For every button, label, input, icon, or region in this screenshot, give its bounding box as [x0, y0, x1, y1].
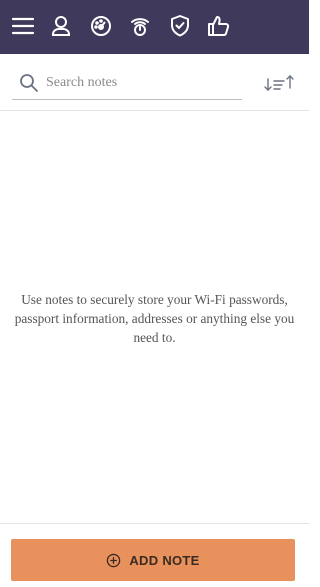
antivirus-icon[interactable] — [128, 14, 152, 38]
thumbs-up-icon[interactable] — [207, 14, 231, 38]
add-note-button[interactable]: ADD NOTE — [11, 539, 295, 581]
search-icon — [20, 74, 38, 92]
menu-icon[interactable] — [11, 14, 35, 38]
top-navigation-bar — [0, 0, 309, 54]
plus-circle-icon — [107, 553, 121, 567]
add-note-label: ADD NOTE — [129, 552, 200, 568]
search-bar — [0, 54, 309, 111]
shield-icon[interactable] — [168, 14, 192, 38]
empty-state-message: Use notes to securely store your Wi-Fi p… — [14, 292, 295, 345]
user-icon[interactable] — [49, 14, 73, 38]
search-input[interactable] — [46, 72, 236, 94]
dashboard-icon[interactable] — [89, 14, 113, 38]
divider — [0, 523, 309, 524]
sort-icon[interactable] — [263, 73, 297, 95]
search-underline — [12, 99, 242, 100]
